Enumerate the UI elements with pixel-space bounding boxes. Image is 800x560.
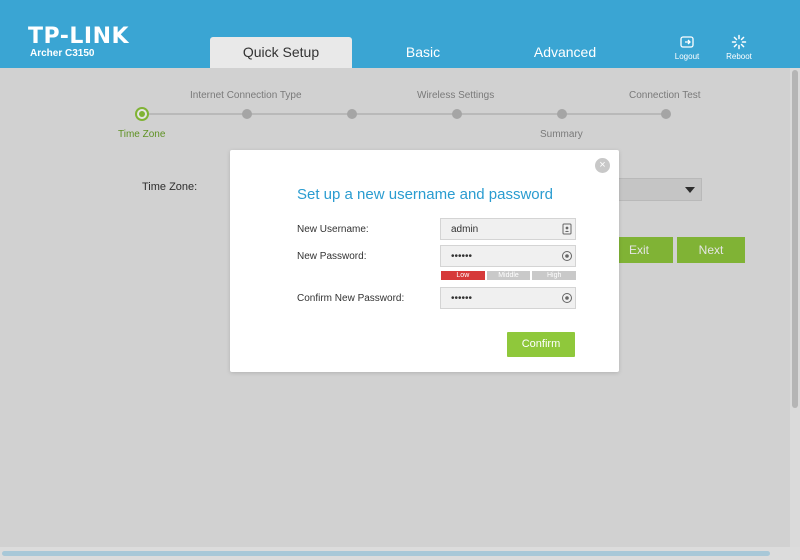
- horizontal-scrollbar[interactable]: [0, 547, 800, 560]
- tab-basic[interactable]: Basic: [352, 37, 494, 68]
- vertical-scroll-thumb[interactable]: [792, 70, 798, 408]
- dialog-title: Set up a new username and password: [297, 186, 553, 203]
- eye-icon[interactable]: [561, 292, 573, 304]
- credentials-dialog: × Set up a new username and password New…: [230, 150, 619, 372]
- reboot-button[interactable]: Reboot: [719, 34, 759, 62]
- tab-advanced[interactable]: Advanced: [494, 37, 636, 68]
- reboot-label: Reboot: [726, 52, 752, 61]
- strength-high: High: [532, 271, 577, 280]
- confirm-password-label: Confirm New Password:: [297, 293, 405, 304]
- new-password-input[interactable]: [440, 245, 576, 267]
- password-strength-meter: Low Middle High: [441, 271, 577, 280]
- logout-label: Logout: [674, 52, 700, 61]
- tab-quick-setup[interactable]: Quick Setup: [210, 37, 352, 68]
- reboot-icon: [731, 34, 747, 50]
- strength-middle: Middle: [486, 271, 531, 280]
- model-name: Archer C3150: [30, 48, 95, 59]
- tp-link-logo: TP-LINK: [28, 24, 130, 49]
- user-card-icon: [562, 223, 572, 235]
- new-password-label: New Password:: [297, 251, 367, 262]
- confirm-button[interactable]: Confirm: [507, 332, 575, 357]
- vertical-scrollbar[interactable]: [790, 68, 800, 547]
- logout-icon: [680, 36, 694, 48]
- new-username-input[interactable]: [440, 218, 576, 240]
- confirm-password-input[interactable]: [440, 287, 576, 309]
- new-username-label: New Username:: [297, 224, 369, 235]
- top-header: TP-LINK Archer C3150 Quick Setup Basic A…: [0, 0, 800, 68]
- eye-icon[interactable]: [561, 250, 573, 262]
- strength-low: Low: [441, 271, 485, 280]
- horizontal-scroll-thumb[interactable]: [2, 551, 770, 556]
- logout-button[interactable]: Logout: [667, 34, 707, 62]
- close-icon[interactable]: ×: [595, 158, 610, 173]
